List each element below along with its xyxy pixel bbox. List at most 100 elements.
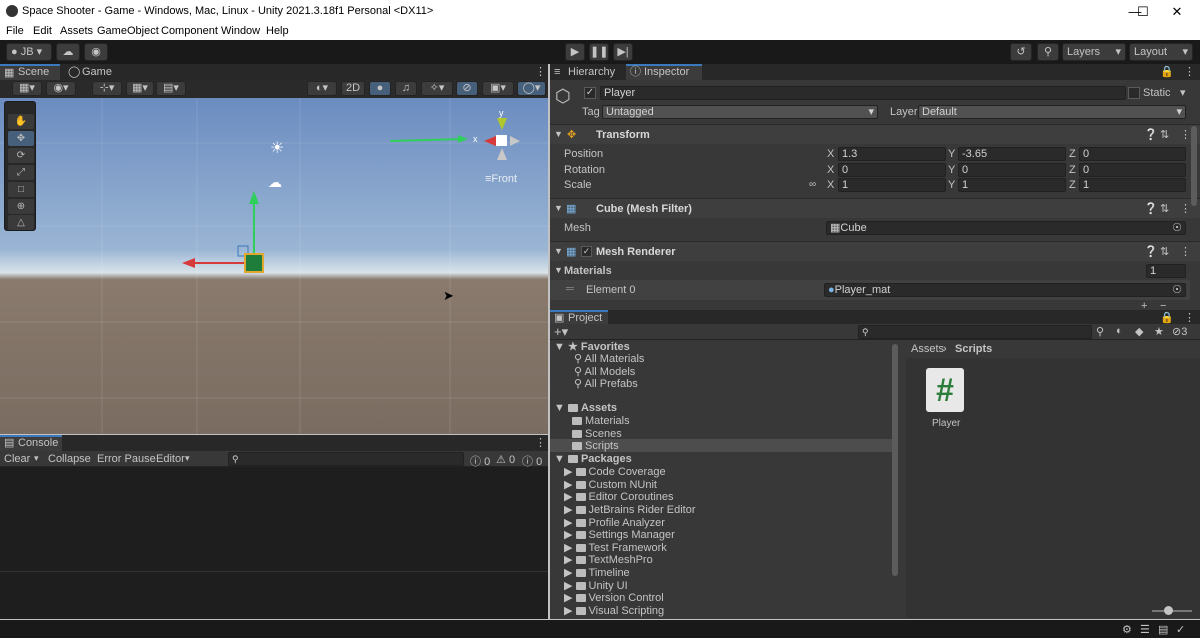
account-button[interactable]: ● JB ▾ (6, 43, 52, 61)
transform-menu-icon[interactable]: ⋮ (1180, 128, 1191, 141)
layout-dropdown[interactable]: Layout ▾ (1129, 43, 1193, 61)
visibility-icon[interactable]: ⊘ (456, 81, 478, 96)
inspector-scrollbar[interactable] (1191, 126, 1197, 206)
package-item[interactable]: ▶ TextMeshPro (564, 553, 653, 566)
view-front-label[interactable]: ≡Front (485, 173, 517, 185)
hidden-packages-toggle[interactable]: ⊘3 (1172, 325, 1187, 338)
materials-count-field[interactable]: 1 (1146, 264, 1186, 278)
gizmo-center-cube[interactable] (496, 135, 507, 146)
toggle-2d-button[interactable]: 2D (341, 81, 365, 96)
file-name-label[interactable]: Player (932, 418, 960, 429)
add-asset-icon[interactable]: +▾ (554, 324, 568, 340)
menu-assets[interactable]: Assets (60, 25, 93, 37)
breadcrumb-assets[interactable]: Assets (911, 343, 944, 355)
y-arrow-icon[interactable] (249, 191, 259, 204)
menu-edit[interactable]: Edit (33, 25, 52, 37)
orientation-gizmo[interactable]: y x (473, 108, 530, 168)
tab-hierarchy[interactable]: ≡ Hierarchy (550, 64, 622, 80)
draw-mode-icon[interactable]: ▦▾ (12, 81, 42, 96)
remove-element-icon[interactable]: − (1160, 300, 1166, 310)
transform-tool-icon[interactable]: ⊕ (8, 199, 34, 214)
folder-scripts[interactable]: Scripts (572, 440, 619, 452)
cloud-icon[interactable]: ☁ (56, 43, 80, 61)
project-menu-icon[interactable]: ⋮ (1184, 311, 1195, 324)
console-menu-icon[interactable]: ⋮ (535, 436, 546, 449)
grid-icon[interactable]: ▦▾ (126, 81, 154, 96)
breadcrumb-scripts[interactable]: Scripts (955, 343, 992, 355)
jobs-icon[interactable]: ☰ (1140, 623, 1150, 636)
scene-menu-icon[interactable]: ⋮ (535, 65, 546, 78)
position-x-field[interactable]: 1.3 (838, 147, 946, 161)
favorite-all-prefabs[interactable]: ⚲ All Prefabs (574, 377, 638, 390)
transform-foldout-icon[interactable]: ▼ (554, 129, 563, 139)
lock-icon[interactable]: 🔒 (1160, 65, 1174, 78)
gizmo-down-cone[interactable] (497, 148, 507, 160)
collab-icon[interactable]: ◉ (84, 43, 108, 61)
debug-icon[interactable]: ⚙ (1122, 623, 1132, 636)
layers-dropdown[interactable]: Layers ▾ (1062, 43, 1126, 61)
mesh-filter-preset-icon[interactable]: ⇅ (1160, 202, 1169, 215)
assets-folder[interactable]: ▼ Assets (554, 402, 617, 414)
tab-console[interactable]: ▤ Console (0, 435, 62, 451)
package-item[interactable]: ▶ Version Control (564, 591, 664, 604)
material-picker-icon[interactable]: ☉ (1172, 284, 1182, 296)
inspector-menu-icon[interactable]: ⋮ (1184, 65, 1195, 78)
scale-tool-icon[interactable]: ⤢ (8, 165, 34, 180)
rotate-tool-icon[interactable]: ⟳ (8, 148, 34, 163)
mesh-renderer-foldout-icon[interactable]: ▼ (554, 246, 563, 256)
mesh-filter-menu-icon[interactable]: ⋮ (1180, 202, 1191, 215)
materials-foldout-icon[interactable]: ▼ (554, 265, 563, 275)
gizmo-right-cone[interactable] (510, 136, 520, 146)
lighting-icon[interactable]: ● (369, 81, 391, 96)
scale-x-field[interactable]: 1 (838, 178, 946, 192)
mesh-renderer-preset-icon[interactable]: ⇅ (1160, 245, 1169, 258)
step-button[interactable]: ▶| (613, 43, 633, 61)
package-item[interactable]: ▶ Code Coverage (564, 465, 666, 478)
element0-field[interactable]: ●Player_mat ☉ (824, 283, 1186, 297)
mesh-renderer-help-icon[interactable]: ❔ (1144, 245, 1158, 258)
transform-help-icon[interactable]: ❔ (1144, 128, 1158, 141)
menu-window[interactable]: Window (221, 25, 260, 37)
gizmo-x-cone[interactable] (484, 136, 496, 146)
gizmo-y-cone[interactable] (497, 118, 507, 130)
package-item[interactable]: ▶ Timeline (564, 566, 630, 579)
link-scale-icon[interactable]: ∞ (809, 179, 816, 190)
console-collapse-button[interactable]: Collapse (48, 453, 91, 465)
position-y-field[interactable]: -3.65 (958, 147, 1066, 161)
filter-label-icon[interactable]: ◆ (1135, 325, 1143, 338)
global-icon[interactable]: ◉▾ (46, 81, 76, 96)
mesh-filter-help-icon[interactable]: ❔ (1144, 202, 1158, 215)
camera-icon[interactable]: ▣▾ (482, 81, 514, 96)
rect-tool-icon[interactable]: □ (8, 182, 34, 197)
play-button[interactable]: ▶ (565, 43, 585, 61)
hand-tool-icon[interactable]: ✋ (8, 114, 34, 129)
pause-button[interactable]: ❚❚ (589, 43, 609, 61)
menu-file[interactable]: File (6, 25, 24, 37)
mesh-renderer-header[interactable]: ▼ ▦ ✓ Mesh Renderer ❔ ⇅ ⋮ (550, 241, 1200, 261)
player-cube[interactable] (244, 253, 264, 273)
scale-y-field[interactable]: 1 (958, 178, 1066, 192)
project-lock-icon[interactable]: 🔒 (1160, 311, 1174, 324)
position-z-field[interactable]: 0 (1079, 147, 1186, 161)
scene-viewport[interactable]: ☀ ☁ y x ≡Front ➤ (0, 98, 548, 434)
move-tool-icon[interactable]: ✥ (8, 131, 34, 146)
tab-scene[interactable]: ▦ Scene (0, 64, 60, 80)
package-item[interactable]: ▶ Settings Manager (564, 528, 675, 541)
static-dropdown-icon[interactable]: ▾ (1180, 86, 1186, 99)
close-icon[interactable]: ✕ (1154, 0, 1200, 24)
history-icon[interactable]: ↺ (1010, 43, 1032, 61)
effects-icon[interactable]: ✧▾ (421, 81, 453, 96)
search-icon[interactable]: ⚲ (1037, 43, 1059, 61)
zoom-slider-handle[interactable] (1164, 606, 1173, 615)
active-checkbox[interactable]: ✓ (584, 87, 596, 99)
favorite-all-materials[interactable]: ⚲ All Materials (574, 352, 644, 365)
gizmos-icon[interactable]: ◯▾ (517, 81, 546, 96)
console-clear-button[interactable]: Clear (4, 453, 30, 465)
package-item[interactable]: ▶ JetBrains Rider Editor (564, 503, 696, 516)
scale-z-field[interactable]: 1 (1079, 178, 1186, 192)
folder-materials[interactable]: Materials (572, 415, 630, 427)
hierarchy-status-icon[interactable]: ▤ (1158, 623, 1168, 636)
tab-inspector[interactable]: ⓘ Inspector (626, 64, 702, 80)
mesh-renderer-enabled-checkbox[interactable]: ✓ (581, 246, 592, 257)
warning-count[interactable]: ⚠ 0 (496, 453, 515, 466)
